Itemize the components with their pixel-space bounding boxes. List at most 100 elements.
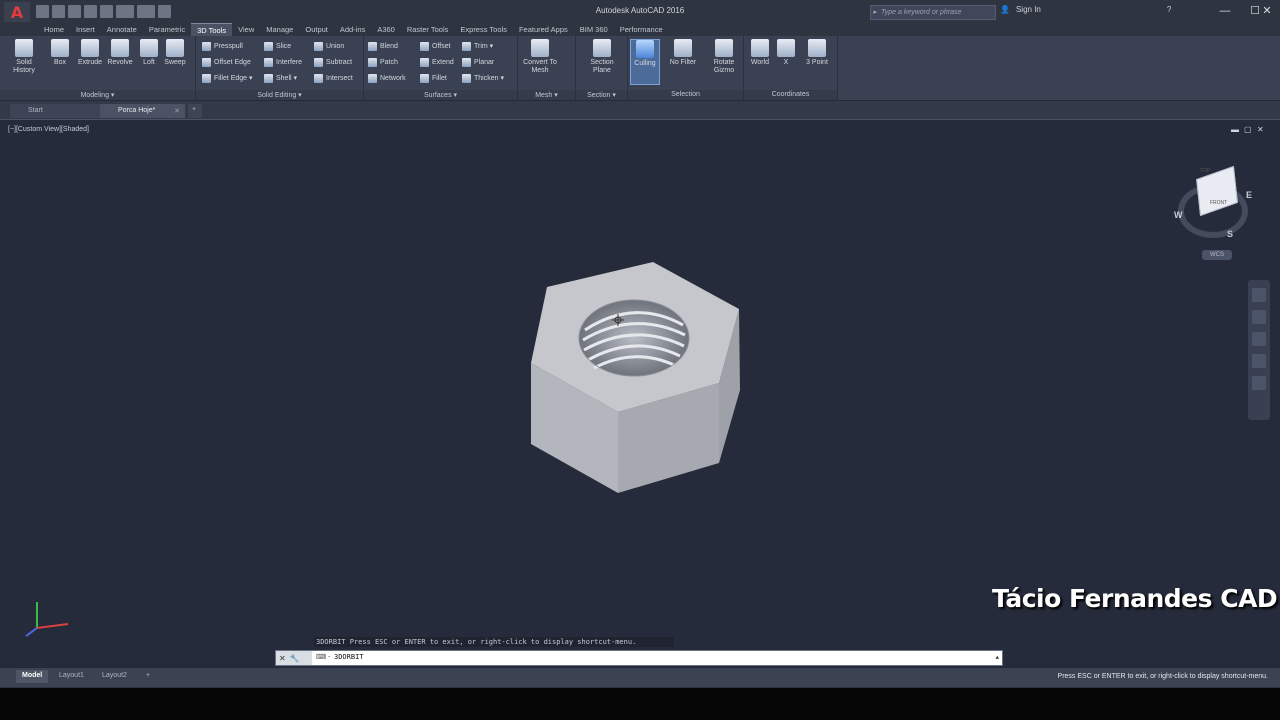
viewport-minimize-icon[interactable]: ▬	[1231, 125, 1239, 134]
tab-featured-apps[interactable]: Featured Apps	[513, 23, 574, 36]
panel-title-solid-editing[interactable]: Solid Editing ▾	[196, 90, 363, 100]
tab-add-ins[interactable]: Add-ins	[334, 23, 371, 36]
tab-express-tools[interactable]: Express Tools	[454, 23, 513, 36]
wcs-menu[interactable]: WCS	[1202, 250, 1232, 260]
tab-output[interactable]: Output	[299, 23, 334, 36]
layout-tab-model[interactable]: Model	[16, 670, 49, 683]
panel-title-mesh[interactable]: Mesh ▾	[518, 90, 575, 100]
new-layout-button[interactable]: +	[140, 670, 156, 683]
customize-icon[interactable]: 🔧	[290, 654, 300, 663]
extend-icon	[420, 57, 429, 67]
doc-tab-file[interactable]: Porca Hoje* ✕	[100, 104, 185, 118]
filter-icon	[674, 39, 692, 57]
planar-button[interactable]: Planar	[462, 56, 494, 68]
presspull-button[interactable]: Presspull	[202, 40, 243, 52]
loft-button[interactable]: Loft	[135, 39, 163, 67]
pan-icon[interactable]	[1252, 310, 1266, 324]
offset-edge-button[interactable]: Offset Edge	[202, 56, 251, 68]
slice-button[interactable]: Slice	[264, 40, 291, 52]
showmotion-icon[interactable]	[1252, 376, 1266, 390]
world-button[interactable]: World	[746, 39, 774, 67]
compass-south[interactable]: S	[1227, 229, 1233, 239]
tab-raster-tools[interactable]: Raster Tools	[401, 23, 455, 36]
panel-coordinates: World X 3 Point Coordinates	[744, 36, 838, 101]
viewport-close-icon[interactable]: ✕	[1257, 125, 1264, 134]
extend-button[interactable]: Extend	[420, 56, 454, 68]
fillet-button[interactable]: Fillet	[420, 72, 447, 84]
orbit-icon[interactable]	[1252, 354, 1266, 368]
extrude-button[interactable]: Extrude	[76, 39, 104, 67]
panel-title-modeling[interactable]: Modeling ▾	[0, 90, 195, 100]
convert-to-mesh-button[interactable]: Convert To Mesh	[522, 39, 558, 75]
patch-button[interactable]: Patch	[368, 56, 398, 68]
three-point-button[interactable]: 3 Point	[802, 39, 832, 67]
tab-performance[interactable]: Performance	[614, 23, 669, 36]
command-history-toggle-icon[interactable]: ▴	[995, 653, 999, 661]
fillet-edge-button[interactable]: Fillet Edge ▾	[202, 72, 253, 84]
panel-title-surfaces[interactable]: Surfaces ▾	[364, 90, 517, 100]
help-icon[interactable]: ?	[1167, 5, 1171, 14]
compass-west[interactable]: W	[1174, 210, 1183, 220]
tab-parametric[interactable]: Parametric	[143, 23, 191, 36]
tab-manage[interactable]: Manage	[260, 23, 299, 36]
signin-button[interactable]: Sign In	[1016, 5, 1041, 14]
solid-history-button[interactable]: Solid History	[10, 39, 38, 75]
layout-tab-layout1[interactable]: Layout1	[53, 670, 90, 683]
close-command-line-icon[interactable]: ✕	[279, 654, 286, 663]
close-button[interactable]: ✕	[1252, 2, 1280, 20]
thicken-button[interactable]: Thicken ▾	[462, 72, 504, 84]
revolve-button[interactable]: Revolve	[106, 39, 134, 67]
close-tab-icon[interactable]: ✕	[174, 107, 180, 115]
trim-button[interactable]: Trim ▾	[462, 40, 493, 52]
sweep-button[interactable]: Sweep	[161, 39, 189, 67]
tab-3d-tools[interactable]: 3D Tools	[191, 23, 233, 36]
tab-insert[interactable]: Insert	[70, 23, 101, 36]
command-input[interactable]: 3DORBIT	[334, 653, 364, 661]
sweep-icon	[166, 39, 184, 57]
tab-a360[interactable]: A360	[371, 23, 401, 36]
culling-icon	[636, 40, 654, 58]
tab-bim-360[interactable]: BIM 360	[574, 23, 614, 36]
shell-icon	[264, 73, 273, 83]
culling-button[interactable]: Culling	[630, 39, 660, 85]
gizmo-icon	[715, 39, 733, 57]
no-filter-button[interactable]: No Filter	[666, 39, 700, 67]
shell-button[interactable]: Shell ▾	[264, 72, 297, 84]
tab-home[interactable]: Home	[38, 23, 70, 36]
new-tab-button[interactable]: +	[188, 104, 202, 118]
ucs-x-button[interactable]: X	[772, 39, 800, 67]
box-button[interactable]: Box	[46, 39, 74, 67]
offset-icon	[420, 41, 429, 51]
title-bar: A Autodesk AutoCAD 2016 Type a keyword o…	[0, 0, 1280, 23]
user-icon[interactable]: 👤	[1000, 5, 1010, 14]
blend-button[interactable]: Blend	[368, 40, 398, 52]
section-plane-button[interactable]: Section Plane	[586, 39, 618, 75]
ucs-3point-icon	[808, 39, 826, 57]
union-button[interactable]: Union	[314, 40, 344, 52]
zoom-icon[interactable]	[1252, 332, 1266, 346]
full-navigation-wheel-icon[interactable]	[1252, 288, 1266, 302]
viewcube-front-face[interactable]: FRONT	[1210, 200, 1227, 206]
viewcube-top-face[interactable]: TOP	[1200, 168, 1210, 174]
union-icon	[314, 41, 323, 51]
compass-east[interactable]: E	[1246, 190, 1252, 200]
minimize-button[interactable]: —	[1210, 2, 1240, 20]
command-prompt-icon[interactable]: ⌨ -	[316, 653, 330, 661]
command-line: ✕ 🔧 ⌨ - 3DORBIT ▴	[275, 650, 1003, 666]
tab-annotate[interactable]: Annotate	[101, 23, 143, 36]
network-button[interactable]: Network	[368, 72, 406, 84]
intersect-button[interactable]: Intersect	[314, 72, 353, 84]
interfere-button[interactable]: Interfere	[264, 56, 302, 68]
offset-button[interactable]: Offset	[420, 40, 451, 52]
viewcube[interactable]: TOP FRONT W E S WCS	[1168, 164, 1268, 264]
panel-title-section[interactable]: Section ▾	[576, 90, 627, 100]
viewport-controls-label[interactable]: [−][Custom View][Shaded]	[8, 126, 89, 133]
viewport-restore-icon[interactable]: ▢	[1244, 125, 1252, 134]
doc-tab-start[interactable]: Start	[10, 104, 100, 118]
layout-tab-layout2[interactable]: Layout2	[96, 670, 133, 683]
tab-view[interactable]: View	[232, 23, 260, 36]
drawing-viewport[interactable]: [−][Custom View][Shaded] ▬ ▢ ✕ TOP FRONT…	[0, 119, 1280, 667]
subtract-button[interactable]: Subtract	[314, 56, 352, 68]
rotate-gizmo-button[interactable]: Rotate Gizmo	[708, 39, 740, 75]
search-input[interactable]: Type a keyword or phrase	[870, 5, 996, 20]
